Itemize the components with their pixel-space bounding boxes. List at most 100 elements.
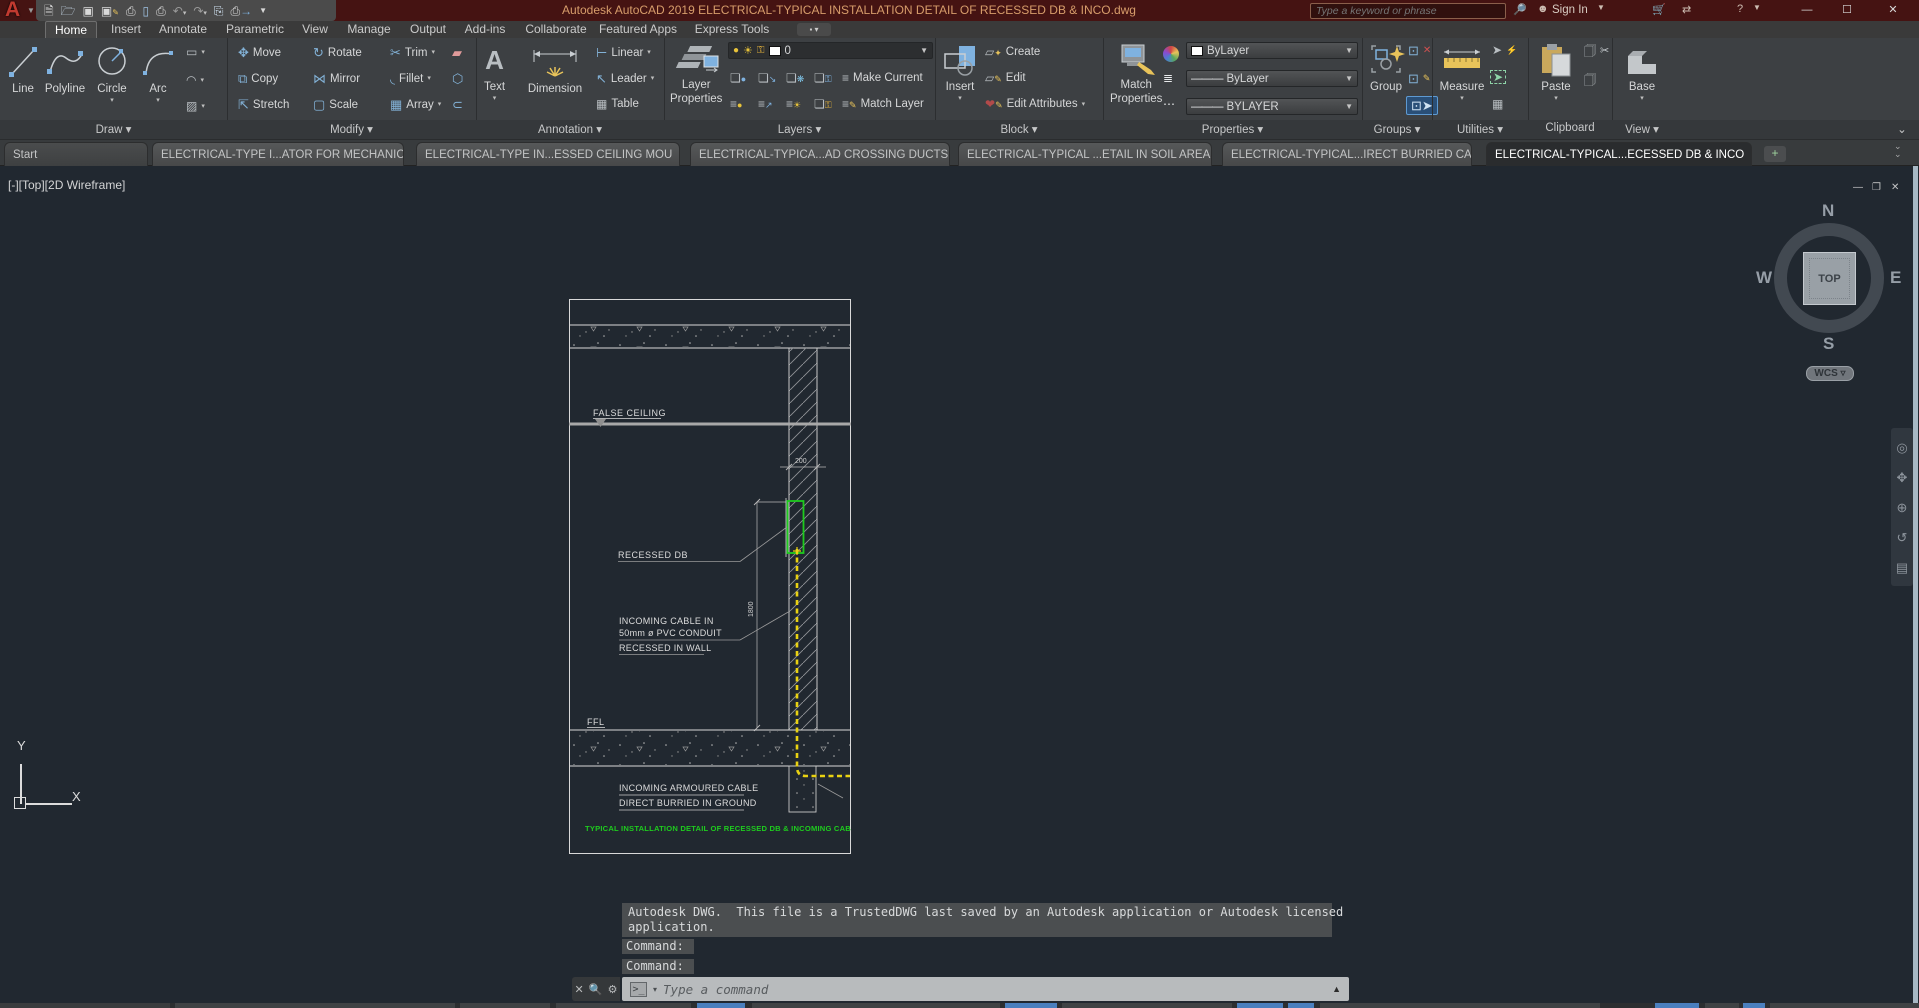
arc-button[interactable]: Arc ▾ bbox=[138, 42, 178, 104]
print-icon[interactable]: ⎙ bbox=[156, 5, 166, 17]
ellipse-tool-button[interactable]: ◠ ▾ bbox=[186, 74, 204, 86]
undo-icon[interactable]: ↶▾ bbox=[173, 5, 187, 17]
status-toggle-on[interactable] bbox=[1237, 1003, 1283, 1008]
search-binoculars-icon[interactable]: 🔎 bbox=[1513, 3, 1527, 16]
viewcube-top-face[interactable]: TOP bbox=[1803, 252, 1856, 305]
layer-freeze-icon[interactable]: ❏❋ bbox=[786, 72, 804, 84]
redo-icon[interactable]: ↷▾ bbox=[193, 5, 207, 17]
tab-express-tools[interactable]: Express Tools bbox=[692, 21, 772, 38]
status-toggle-on[interactable] bbox=[1655, 1003, 1699, 1008]
search-input[interactable] bbox=[1310, 3, 1506, 19]
cad-drawing[interactable]: FALSE CEILING 200 1800 RECESSED DB INCOM… bbox=[569, 299, 851, 854]
qat-customize-icon[interactable]: ▼ bbox=[259, 6, 267, 15]
minimize-window-button[interactable]: — bbox=[1792, 2, 1822, 18]
group-edit-icon[interactable]: ⊡ ✎ bbox=[1408, 72, 1430, 85]
viewcube-west[interactable]: W bbox=[1756, 268, 1772, 288]
maximize-window-button[interactable]: ☐ bbox=[1832, 2, 1862, 18]
status-seg[interactable] bbox=[1062, 1003, 1232, 1008]
file-tab-start[interactable]: Start bbox=[4, 142, 148, 166]
workspace-switch-button[interactable]: ▪ ▾ bbox=[797, 23, 831, 36]
ungroup-icon[interactable]: ⊡ ✕ bbox=[1408, 44, 1431, 57]
layer-select-dropdown[interactable]: ● ☀ ⚿ 0 ▼ bbox=[728, 42, 933, 59]
erase-button[interactable]: ▰ bbox=[452, 46, 462, 59]
line-button[interactable]: Line bbox=[6, 42, 40, 96]
help-icon[interactable]: ? bbox=[1737, 3, 1743, 15]
app-store-icon[interactable]: 🛒 bbox=[1652, 3, 1666, 16]
dimension-button[interactable]: Dimension bbox=[522, 42, 588, 96]
layer-properties-button[interactable]: Layer Properties bbox=[670, 42, 722, 105]
measure-button[interactable]: Measure ▾ bbox=[1438, 42, 1486, 102]
layer-unlock-icon[interactable]: ⚿ bbox=[757, 45, 765, 56]
edit-block-button[interactable]: ▱✎ Edit bbox=[985, 72, 1026, 84]
status-seg[interactable] bbox=[1320, 1003, 1600, 1008]
close-window-button[interactable]: ✕ bbox=[1878, 2, 1908, 18]
linear-dimension-button[interactable]: ⊢ Linear ▾ bbox=[596, 46, 651, 59]
status-toggle-on[interactable] bbox=[1005, 1003, 1057, 1008]
create-block-button[interactable]: ▱✦ Create bbox=[985, 46, 1040, 58]
explode-button[interactable]: ⬡ bbox=[452, 72, 463, 85]
sign-in-button[interactable]: Sign In bbox=[1552, 4, 1588, 16]
command-expand-icon[interactable]: ▲ bbox=[1332, 984, 1341, 994]
paste-button[interactable]: Paste ▾ bbox=[1536, 42, 1576, 102]
copy-clip-icon[interactable]: 🗍 bbox=[1584, 74, 1596, 86]
viewcube-east[interactable]: E bbox=[1890, 268, 1901, 288]
customize-command-icon[interactable]: ⚙ bbox=[608, 983, 618, 996]
viewport-minimize-icon[interactable]: — bbox=[1853, 182, 1863, 193]
plot-icon[interactable]: ⎙→ bbox=[231, 5, 253, 17]
autocad-logo-icon[interactable]: A bbox=[5, 0, 20, 22]
open-folder-icon[interactable]: 🗁 bbox=[61, 5, 76, 17]
quick-select-icon[interactable]: ➤ ⚡ bbox=[1492, 44, 1517, 56]
file-tab-5[interactable]: ELECTRICAL-TYPICAL...IRECT BURRIED CAB✕ bbox=[1222, 142, 1472, 166]
status-seg[interactable] bbox=[556, 1003, 691, 1008]
lineweight-icon[interactable]: ≣ bbox=[1163, 72, 1173, 84]
wcs-selector[interactable]: WCS ▿ bbox=[1806, 366, 1854, 381]
user-icon[interactable]: ☻ bbox=[1537, 3, 1549, 15]
cut-icon[interactable]: 🗍 ✂ bbox=[1584, 44, 1609, 58]
match-layer-button[interactable]: ≡✎ Match Layer bbox=[842, 98, 924, 110]
viewport-restore-icon[interactable]: ❐ bbox=[1872, 182, 1881, 193]
color-wheel-icon[interactable] bbox=[1163, 46, 1179, 62]
new-drawing-tab-button[interactable]: + bbox=[1764, 146, 1786, 162]
panel-properties[interactable]: Properties ▾ bbox=[1103, 122, 1362, 138]
offset-button[interactable]: ⊂ bbox=[452, 98, 463, 111]
command-input-placeholder[interactable]: Type a command bbox=[663, 982, 768, 997]
mirror-button[interactable]: ⋈ Mirror bbox=[313, 72, 360, 85]
viewport-controls[interactable]: [-][Top][2D Wireframe] bbox=[8, 178, 125, 192]
quick-calc-icon[interactable]: ▦ bbox=[1492, 98, 1503, 110]
layer-unisolate-icon[interactable]: ≡↗ bbox=[758, 98, 773, 110]
file-tab-3[interactable]: ELECTRICAL-TYPICA...AD CROSSING DUCTS✕ bbox=[690, 142, 950, 166]
make-current-button[interactable]: ≡ Make Current bbox=[842, 72, 923, 84]
layer-dropdown-caret-icon[interactable]: ▼ bbox=[920, 46, 928, 55]
viewcube-north[interactable]: N bbox=[1822, 201, 1834, 221]
drawing-canvas[interactable]: [-][Top][2D Wireframe] — ❐ ✕ N W E S TOP… bbox=[0, 166, 1919, 1008]
layer-thaw-icon[interactable]: ☀ bbox=[743, 44, 753, 57]
sign-in-caret-icon[interactable]: ▼ bbox=[1597, 3, 1605, 12]
zoom-extents-icon[interactable]: ⊕ bbox=[1897, 501, 1908, 514]
rotate-button[interactable]: ↻ Rotate bbox=[313, 46, 362, 59]
recent-commands-icon[interactable]: 🔍 bbox=[589, 983, 603, 996]
array-button[interactable]: ▦ Array ▾ bbox=[390, 98, 441, 111]
base-button[interactable]: Base ▾ bbox=[1620, 42, 1664, 102]
canvas-right-scrollbar[interactable] bbox=[1913, 166, 1918, 1008]
pan-icon[interactable]: ✥ bbox=[1897, 471, 1908, 484]
tab-collaborate[interactable]: Collaborate bbox=[522, 21, 590, 38]
linetype-dropdown[interactable]: ——— BYLAYER ▼ bbox=[1186, 98, 1358, 115]
trim-button[interactable]: ✂ Trim ▾ bbox=[390, 46, 435, 59]
stretch-button[interactable]: ⇱ Stretch bbox=[238, 98, 289, 111]
ribbon-minimize-icon[interactable]: ⌄ bbox=[1890, 122, 1914, 138]
lineweight-dropdown[interactable]: ——— ByLayer ▼ bbox=[1186, 70, 1358, 87]
group-selection-toggle[interactable]: ⊡➤ bbox=[1406, 96, 1438, 115]
panel-utilities[interactable]: Utilities ▾ bbox=[1432, 122, 1528, 138]
mobile-icon[interactable]: ▯ bbox=[143, 5, 150, 17]
leader-button[interactable]: ↖ Leader ▾ bbox=[596, 72, 654, 85]
layer-color-swatch[interactable] bbox=[768, 45, 781, 56]
panel-modify[interactable]: Modify ▾ bbox=[227, 122, 476, 138]
match-properties-button[interactable]: Match Properties bbox=[1110, 42, 1162, 105]
status-toggle-on[interactable] bbox=[1743, 1003, 1765, 1008]
status-seg[interactable] bbox=[752, 1003, 1000, 1008]
command-input-bar[interactable]: >_ ▾ Type a command ▲ bbox=[622, 977, 1349, 1001]
layer-on-icon[interactable]: ● bbox=[733, 45, 739, 56]
panel-layers[interactable]: Layers ▾ bbox=[664, 122, 935, 138]
panel-clipboard[interactable]: Clipboard bbox=[1528, 122, 1612, 138]
tab-view[interactable]: View bbox=[294, 21, 336, 38]
